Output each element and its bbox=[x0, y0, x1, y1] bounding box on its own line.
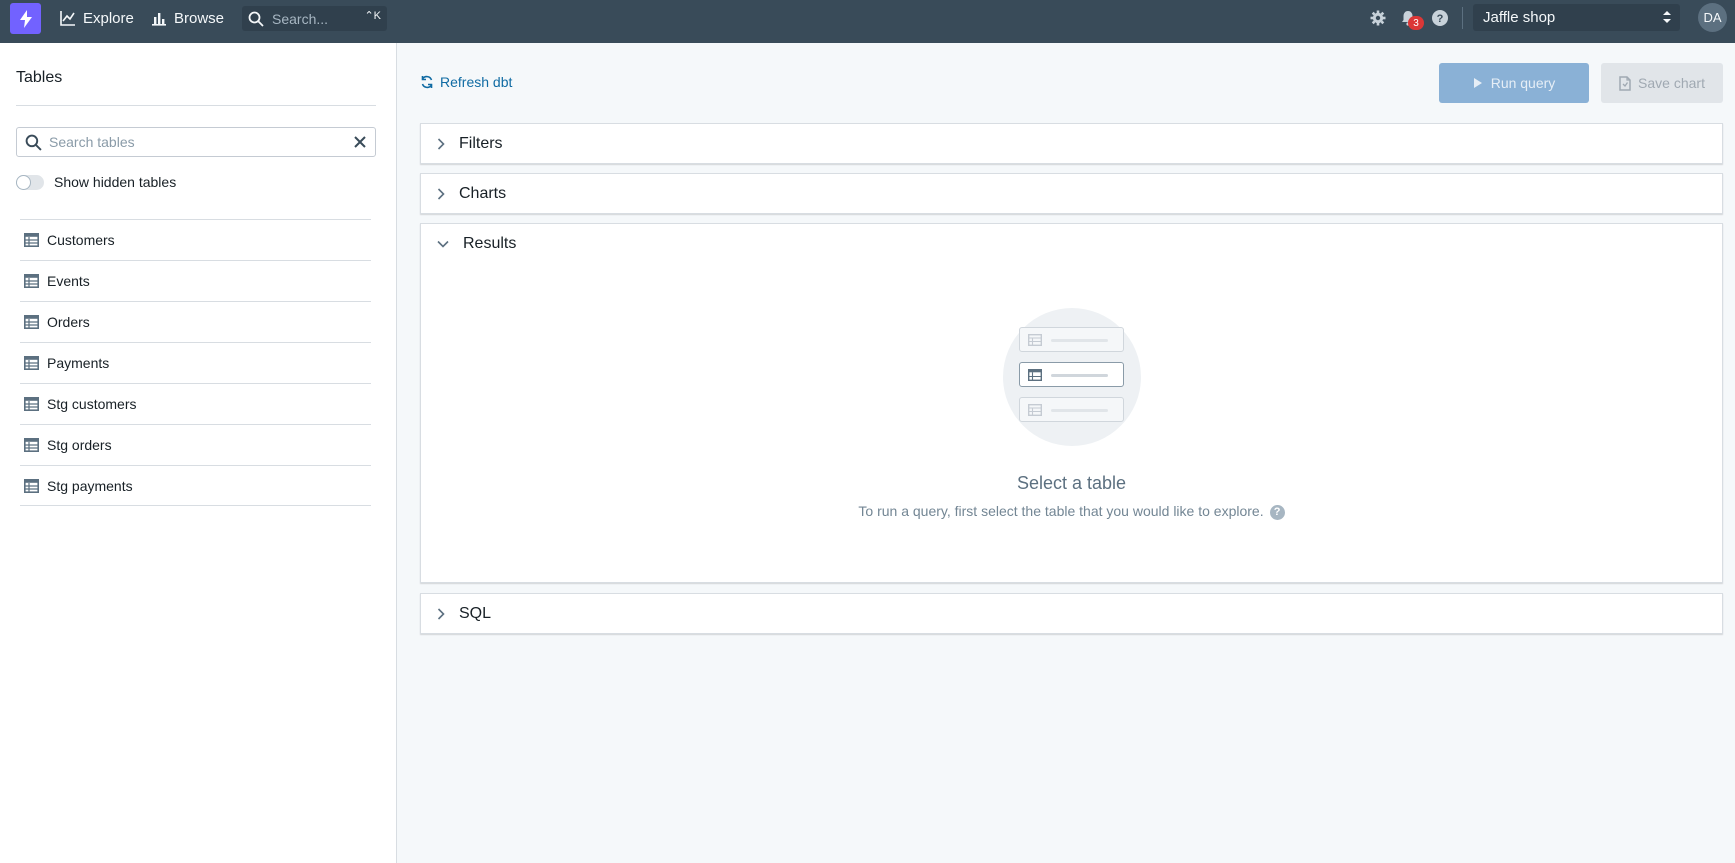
sql-title: SQL bbox=[459, 605, 492, 622]
clear-search-icon[interactable] bbox=[353, 135, 367, 149]
refresh-dbt-button[interactable]: Refresh dbt bbox=[420, 74, 512, 90]
table-icon bbox=[1028, 334, 1042, 346]
charts-title: Charts bbox=[459, 185, 507, 202]
svg-text:?: ? bbox=[1437, 13, 1444, 25]
help-icon[interactable]: ? bbox=[1431, 9, 1449, 27]
select-table-illustration bbox=[1003, 308, 1141, 446]
lightdash-logo[interactable] bbox=[10, 3, 41, 34]
play-icon bbox=[1473, 78, 1482, 88]
sidebar-divider bbox=[16, 105, 376, 106]
chevron-right-icon bbox=[437, 138, 445, 150]
browse-label: Browse bbox=[174, 9, 225, 27]
search-tables-input[interactable]: Search tables bbox=[16, 127, 376, 157]
tables-sidebar: Tables Search tables Show hidden tables … bbox=[0, 43, 397, 863]
search-icon bbox=[248, 11, 264, 27]
table-icon bbox=[1028, 369, 1042, 381]
table-icon bbox=[24, 397, 39, 411]
table-icon bbox=[24, 233, 39, 247]
table-list-item[interactable]: Stg customers bbox=[20, 383, 371, 424]
filters-title: Filters bbox=[459, 135, 503, 152]
run-query-button[interactable]: Run query bbox=[1439, 63, 1589, 103]
table-list-item[interactable]: Payments bbox=[20, 342, 371, 383]
project-select-value: Jaffle shop bbox=[1483, 9, 1556, 26]
illustration-row bbox=[1019, 397, 1124, 422]
table-icon bbox=[24, 315, 39, 329]
table-item-label: Orders bbox=[47, 314, 90, 330]
show-hidden-tables-row: Show hidden tables bbox=[16, 174, 176, 190]
table-item-label: Payments bbox=[47, 355, 110, 371]
explore-label: Explore bbox=[83, 9, 134, 27]
charts-card-header[interactable]: Charts bbox=[421, 174, 1722, 214]
chart-line-icon bbox=[60, 11, 75, 26]
save-chart-label: Save chart bbox=[1638, 75, 1705, 91]
explore-button[interactable]: Explore bbox=[60, 7, 134, 29]
table-icon bbox=[24, 478, 39, 493]
table-icon bbox=[24, 356, 39, 370]
table-item-label: Stg customers bbox=[47, 396, 137, 412]
notification-count-badge: 3 bbox=[1408, 16, 1424, 30]
table-list-item[interactable]: Orders bbox=[20, 301, 371, 342]
project-select[interactable]: Jaffle shop bbox=[1473, 4, 1680, 31]
global-search-input[interactable]: Search... ⌃K bbox=[242, 6, 387, 31]
table-list-item[interactable]: Stg orders bbox=[20, 424, 371, 465]
table-item-label: Events bbox=[47, 273, 90, 289]
search-tables-placeholder: Search tables bbox=[49, 134, 135, 150]
illustration-row-highlighted bbox=[1019, 362, 1124, 387]
sidebar-title: Tables bbox=[16, 69, 63, 86]
table-list-item[interactable]: Events bbox=[20, 260, 371, 301]
results-title: Results bbox=[463, 235, 517, 252]
bar-chart-icon bbox=[152, 13, 166, 26]
illustration-row bbox=[1019, 327, 1124, 352]
chevron-right-icon bbox=[437, 188, 445, 200]
results-card: Results Select a table To run a query, f… bbox=[420, 223, 1723, 583]
table-item-label: Customers bbox=[47, 232, 115, 248]
chevron-right-icon bbox=[437, 608, 445, 620]
show-hidden-tables-toggle[interactable] bbox=[16, 174, 44, 190]
refresh-icon bbox=[421, 75, 433, 89]
empty-state-title: Select a table bbox=[1016, 473, 1127, 493]
refresh-dbt-label: Refresh dbt bbox=[440, 74, 513, 90]
table-icon bbox=[24, 438, 39, 452]
table-item-label: Stg payments bbox=[47, 477, 133, 494]
chevron-down-icon bbox=[437, 240, 449, 248]
table-list-item[interactable]: Stg payments bbox=[20, 465, 371, 506]
show-hidden-tables-label: Show hidden tables bbox=[54, 174, 177, 190]
table-icon bbox=[24, 274, 39, 288]
gear-icon[interactable] bbox=[1369, 9, 1387, 27]
top-navbar: Explore Browse Search... ⌃K 3 ? Jaffle s… bbox=[0, 0, 1735, 43]
document-icon bbox=[1619, 75, 1631, 91]
empty-state-description-row: To run a query, first select the table t… bbox=[421, 503, 1722, 520]
global-search-placeholder: Search... bbox=[272, 10, 329, 27]
nav-divider bbox=[1462, 7, 1463, 29]
tables-list: Customers Events Orders Payments Stg cus… bbox=[20, 219, 371, 506]
search-shortcut-hint: ⌃K bbox=[364, 10, 381, 22]
browse-button[interactable]: Browse bbox=[151, 7, 224, 29]
table-item-label: Stg orders bbox=[47, 437, 112, 453]
sql-card-header[interactable]: SQL bbox=[421, 594, 1722, 634]
table-icon bbox=[1028, 404, 1042, 416]
empty-state-description: To run a query, first select the table t… bbox=[858, 503, 1264, 519]
results-card-header[interactable]: Results bbox=[421, 224, 1722, 264]
sql-card: SQL bbox=[420, 593, 1723, 634]
run-query-label: Run query bbox=[1490, 75, 1556, 91]
save-chart-button[interactable]: Save chart bbox=[1601, 63, 1723, 103]
charts-card: Charts bbox=[420, 173, 1723, 214]
filters-card: Filters bbox=[420, 123, 1723, 164]
filters-card-header[interactable]: Filters bbox=[421, 124, 1722, 164]
help-icon[interactable]: ? bbox=[1269, 504, 1285, 520]
user-avatar[interactable]: DA bbox=[1698, 3, 1727, 32]
search-icon bbox=[25, 134, 42, 151]
table-list-item[interactable]: Customers bbox=[20, 219, 371, 260]
double-caret-icon bbox=[1663, 11, 1671, 23]
